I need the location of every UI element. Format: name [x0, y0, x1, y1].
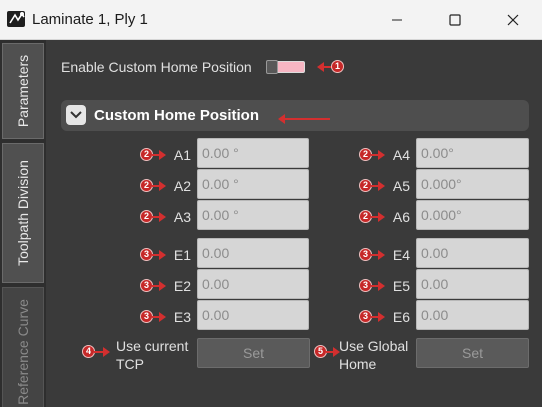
use-current-tcp-label: Use current TCP [116, 337, 188, 373]
axis-label: A1 [173, 147, 191, 163]
enable-custom-home-label: Enable Custom Home Position [61, 59, 252, 75]
axis-a1-field[interactable]: 0.00 ° [197, 138, 309, 168]
use-global-home-label: Use Global Home [339, 337, 408, 373]
axis-a6-field[interactable]: 0.000° [416, 200, 529, 230]
minimize-button[interactable] [368, 0, 426, 40]
use-global-home-line2: Home [339, 356, 377, 372]
maximize-icon [449, 14, 461, 26]
axis-e4-field[interactable]: 0.00 [416, 238, 529, 268]
section-header[interactable]: Custom Home Position [61, 100, 529, 131]
close-button[interactable] [484, 0, 542, 40]
laminate-app-icon [7, 11, 25, 27]
callout-arrow [371, 312, 385, 322]
toggle-knob [266, 60, 278, 74]
axis-e1-field[interactable]: 0.00 [197, 238, 309, 268]
set-global-home-button[interactable]: Set [416, 338, 529, 368]
title-bar: Laminate 1, Ply 1 [0, 0, 542, 40]
axis-a4-field[interactable]: 0.00° [416, 138, 529, 168]
tab-toolpath-division[interactable]: Toolpath Division [2, 143, 44, 283]
use-current-tcp-line2: TCP [116, 356, 144, 372]
axis-label: A6 [392, 209, 410, 225]
axis-e2-field[interactable]: 0.00 [197, 269, 309, 299]
callout-arrow [152, 150, 166, 160]
callout-arrow [371, 150, 385, 160]
maximize-button[interactable] [426, 0, 484, 40]
tab-toolpath-division-label: Toolpath Division [15, 160, 31, 266]
axis-label: A5 [392, 178, 410, 194]
use-global-home-line1: Use Global [339, 338, 409, 354]
collapse-button[interactable] [66, 105, 86, 125]
window-title: Laminate 1, Ply 1 [32, 11, 148, 28]
callout-arrow [278, 114, 330, 124]
axis-a3-field[interactable]: 0.00 ° [197, 200, 309, 230]
close-icon [507, 14, 519, 26]
callout-arrow [326, 347, 340, 357]
section-title: Custom Home Position [94, 107, 260, 124]
axis-e5-field[interactable]: 0.00 [416, 269, 529, 299]
callout-arrow [94, 347, 110, 357]
axis-label: E1 [173, 247, 191, 263]
axis-label: E6 [392, 309, 410, 325]
axis-label: A4 [392, 147, 410, 163]
set-current-tcp-button[interactable]: Set [197, 338, 310, 368]
tab-reference-curve-label: Reference Curve [15, 299, 32, 405]
enable-custom-home-toggle[interactable] [266, 60, 305, 74]
axis-e3-field[interactable]: 0.00 [197, 300, 309, 330]
tab-parameters-label: Parameters [15, 54, 32, 128]
axis-label: E4 [392, 247, 410, 263]
callout-arrow [152, 281, 166, 291]
callout-arrow [371, 212, 385, 222]
callout-arrow [371, 181, 385, 191]
callout-arrow [371, 281, 385, 291]
axis-label: A3 [173, 209, 191, 225]
axis-label: E5 [392, 278, 410, 294]
axis-label: E2 [173, 278, 191, 294]
axis-e6-field[interactable]: 0.00 [416, 300, 529, 330]
callout-arrow [371, 250, 385, 260]
axis-a5-field[interactable]: 0.000° [416, 169, 529, 199]
callout-arrow [152, 250, 166, 260]
tab-parameters[interactable]: Parameters [2, 43, 44, 139]
use-current-tcp-line1: Use current [116, 338, 189, 354]
tab-reference-curve[interactable]: Reference Curve [2, 287, 44, 407]
custom-home-panel: Enable Custom Home Position 1 Custom Hom… [46, 40, 542, 407]
vertical-tab-strip: Parameters Toolpath Division Reference C… [0, 40, 46, 407]
callout-arrow [152, 312, 166, 322]
chevron-down-icon [70, 111, 82, 119]
callout-arrow [152, 212, 166, 222]
axis-label: E3 [173, 309, 191, 325]
callout-badge: 1 [331, 60, 344, 73]
axis-a2-field[interactable]: 0.00 ° [197, 169, 309, 199]
callout-arrow [152, 181, 166, 191]
minimize-icon [392, 19, 402, 21]
axis-label: A2 [173, 178, 191, 194]
